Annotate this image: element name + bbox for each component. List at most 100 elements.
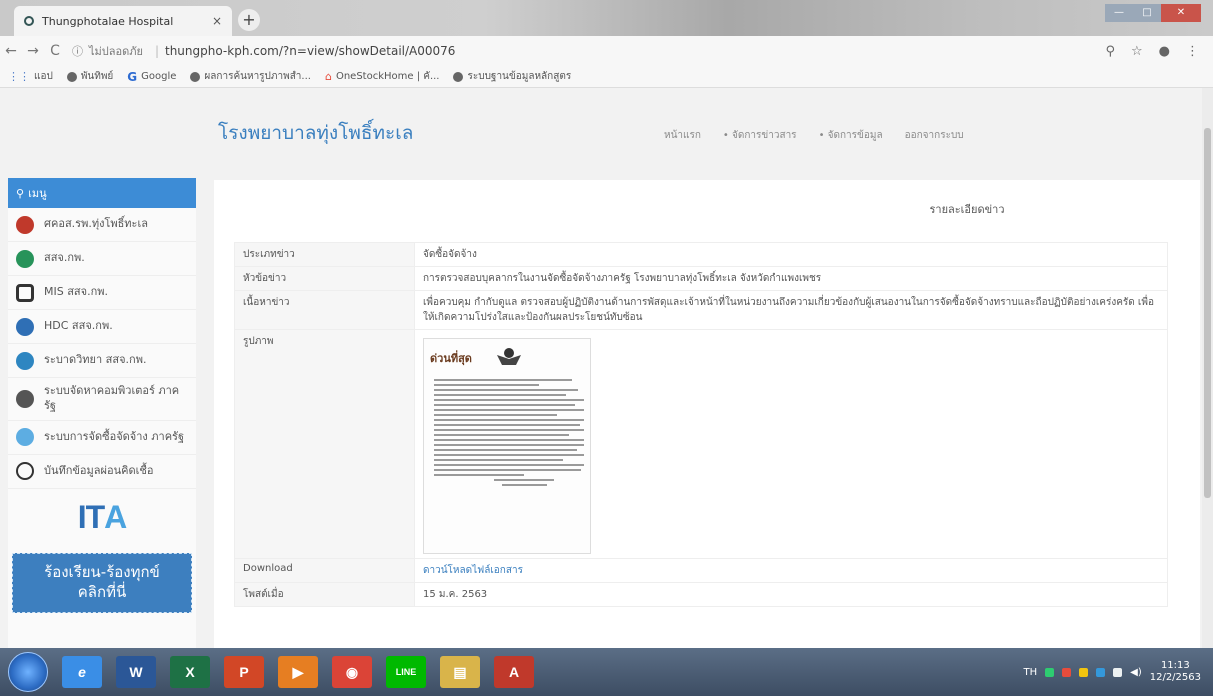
- forward-icon[interactable]: →: [22, 43, 44, 59]
- language-indicator[interactable]: TH: [1023, 667, 1037, 678]
- info-icon[interactable]: ⓘ: [72, 43, 83, 59]
- clock-time: 11:13: [1160, 660, 1190, 671]
- complaint-line1: ร้องเรียน-ร้องทุกข์: [44, 562, 160, 581]
- sidebar-item-label: สสจ.กพ.: [44, 251, 85, 265]
- bookmark-google[interactable]: G Google: [127, 70, 176, 84]
- menu-label: เมนู: [28, 187, 47, 200]
- taskbar-chrome[interactable]: ◉: [332, 656, 372, 688]
- taskbar-explorer[interactable]: ▤: [440, 656, 480, 688]
- nav-manage-data[interactable]: • จัดการข้อมูล: [819, 128, 883, 143]
- sidebar-item-mis[interactable]: MIS สสจ.กพ.: [8, 276, 196, 310]
- maximize-icon[interactable]: □: [1133, 4, 1161, 22]
- bookmark-label: ผลการค้นหารูปภาพสำ...: [204, 71, 311, 82]
- bookmark-onestockhome[interactable]: ⌂ OneStockHome | คั...: [325, 69, 440, 84]
- bookmark-image-search[interactable]: ผลการค้นหารูปภาพสำ...: [190, 69, 311, 84]
- row-value: จัดซื้อจัดจ้าง: [414, 242, 1168, 267]
- sidebar-item-provincial-office[interactable]: สสจ.กพ.: [8, 242, 196, 276]
- complaint-banner[interactable]: ร้องเรียน-ร้องทุกข์ คลิกที่นี่: [12, 552, 192, 613]
- globe-icon: [190, 71, 201, 82]
- window-controls: — □ ✕: [1105, 4, 1201, 22]
- bookmark-database[interactable]: ระบบฐานข้อมูลหลักสูตร: [453, 69, 571, 84]
- url-separator: |: [154, 44, 159, 58]
- search-icon: ⚲: [16, 186, 25, 200]
- taskbar-excel[interactable]: X: [170, 656, 210, 688]
- nav-logout[interactable]: ออกจากระบบ: [905, 128, 964, 143]
- volume-icon[interactable]: ◀): [1130, 667, 1142, 678]
- profile-icon[interactable]: ●: [1159, 44, 1170, 59]
- star-icon[interactable]: ☆: [1131, 44, 1143, 59]
- top-nav: หน้าแรก • จัดการข่าวสาร • จัดการข้อมูล อ…: [664, 128, 964, 143]
- site-title[interactable]: โรงพยาบาลทุ่งโพธิ์ทะเล: [218, 118, 413, 148]
- security-icon[interactable]: [1062, 667, 1072, 677]
- sidebar-item-label: ศคอส.รพ.ทุ่งโพธิ์ทะเล: [44, 217, 148, 231]
- back-icon[interactable]: ←: [0, 43, 22, 59]
- row-value: ดาวน์โหลดไฟล์เอกสาร: [414, 558, 1168, 583]
- app-tray-icon[interactable]: [1079, 667, 1089, 677]
- sidebar-item-hospital[interactable]: ศคอส.รพ.ทุ่งโพธิ์ทะเล: [8, 208, 196, 242]
- start-button[interactable]: [8, 652, 48, 692]
- row-key: หัวข้อข่าว: [234, 266, 415, 291]
- url-text[interactable]: thungpho-kph.com/?n=view/showDetail/A000…: [165, 44, 455, 58]
- row-value: เพื่อควบคุม กำกับดูแล ตรวจสอบผู้ปฏิบัติง…: [414, 290, 1168, 330]
- minimize-icon[interactable]: —: [1105, 4, 1133, 22]
- bookmark-apps[interactable]: ⋮⋮ แอป: [8, 69, 53, 84]
- row-key: Download: [234, 558, 415, 583]
- apps-icon: ⋮⋮: [8, 70, 30, 83]
- taskbar-line[interactable]: LINE: [386, 656, 426, 688]
- scrollbar-thumb[interactable]: [1204, 128, 1211, 498]
- download-link[interactable]: ดาวน์โหลดไฟล์เอกสาร: [423, 565, 523, 576]
- sidebar-item-label: ระบาดวิทยา สสจ.กพ.: [44, 353, 147, 367]
- table-row: โพสต์เมื่อ 15 ม.ค. 2563: [234, 582, 1168, 607]
- computer-icon: [16, 389, 34, 408]
- windows-taskbar: e W X P ▶ ◉ LINE ▤ A TH ◀) 11:13 12/2/25…: [0, 648, 1213, 696]
- bookmark-label: OneStockHome | คั...: [335, 71, 440, 82]
- page-scrollbar[interactable]: [1202, 88, 1213, 648]
- web-page: โรงพยาบาลทุ่งโพธิ์ทะเล หน้าแรก • จัดการข…: [0, 88, 1202, 648]
- tab-title: Thungphotalae Hospital: [42, 14, 174, 28]
- page-heading: รายละเอียดข่าว: [929, 203, 1005, 216]
- sidebar-item-label: MIS สสจ.กพ.: [44, 285, 108, 299]
- bookmark-label: แอป: [34, 71, 53, 82]
- tab-close-icon[interactable]: ×: [212, 14, 222, 28]
- bookmark-pantip[interactable]: พันทิพย์: [66, 69, 114, 84]
- nav-home[interactable]: หน้าแรก: [664, 128, 701, 143]
- taskbar-word[interactable]: W: [116, 656, 156, 688]
- document-image[interactable]: ด่วนที่สุด: [423, 338, 591, 554]
- row-value: ด่วนที่สุด: [414, 329, 1168, 559]
- address-bar: ← → C ⓘ ไม่ปลอดภัย | thungpho-kph.com/?n…: [0, 36, 1213, 66]
- taskbar-media[interactable]: ▶: [278, 656, 318, 688]
- taskbar-acrobat[interactable]: A: [494, 656, 534, 688]
- sidebar-menu-header[interactable]: ⚲ เมนู: [8, 178, 196, 208]
- sidebar-item-label: บันทึกข้อมูลผ่อนคิดเชื้อ: [44, 463, 154, 477]
- network-icon[interactable]: [1045, 667, 1055, 677]
- sidebar-item-computer-procurement[interactable]: ระบบจัดหาคอมพิวเตอร์ ภาครัฐ: [8, 378, 196, 421]
- flag-icon[interactable]: [1113, 667, 1123, 677]
- table-row: หัวข้อข่าว การตรวจสอบบุคลากรในงานจัดซื้อ…: [234, 266, 1168, 291]
- row-value: 15 ม.ค. 2563: [414, 582, 1168, 607]
- document-text-lines: [434, 379, 584, 489]
- system-clock[interactable]: 11:13 12/2/2563: [1150, 660, 1201, 684]
- sidebar-item-infection-record[interactable]: บันทึกข้อมูลผ่อนคิดเชื้อ: [8, 455, 196, 489]
- reload-icon[interactable]: C: [44, 43, 66, 59]
- menu-dots-icon[interactable]: ⋮: [1186, 44, 1199, 59]
- taskbar-ie[interactable]: e: [62, 656, 102, 688]
- row-key: รูปภาพ: [234, 329, 415, 559]
- close-window-icon[interactable]: ✕: [1161, 4, 1201, 22]
- bookmark-label: พันทิพย์: [80, 71, 114, 82]
- zoom-icon[interactable]: ⚲: [1105, 44, 1115, 59]
- sidebar-item-label: ระบบจัดหาคอมพิวเตอร์ ภาครัฐ: [44, 384, 180, 412]
- sidebar-item-label: HDC สสจ.กพ.: [44, 319, 113, 333]
- url-field[interactable]: ⓘ ไม่ปลอดภัย | thungpho-kph.com/?n=view/…: [72, 42, 455, 60]
- sidebar-item-epidemiology[interactable]: ระบาดวิทยา สสจ.กพ.: [8, 344, 196, 378]
- row-value: การตรวจสอบบุคลากรในงานจัดซื้อจัดจ้างภาคร…: [414, 266, 1168, 291]
- garuda-seal-icon: [497, 348, 521, 365]
- app-tray-icon[interactable]: [1096, 667, 1106, 677]
- browser-tab[interactable]: Thungphotalae Hospital ×: [14, 6, 232, 36]
- ita-logo[interactable]: IT A: [8, 489, 196, 547]
- new-tab-button[interactable]: +: [238, 9, 260, 31]
- nav-manage-news[interactable]: • จัดการข่าวสาร: [723, 128, 797, 143]
- taskbar-powerpoint[interactable]: P: [224, 656, 264, 688]
- sidebar-item-hdc[interactable]: HDC สสจ.กพ.: [8, 310, 196, 344]
- sidebar-item-egp[interactable]: ระบบการจัดซื้อจัดจ้าง ภาครัฐ: [8, 421, 196, 455]
- news-detail-panel: รายละเอียดข่าว ประเภทข่าว จัดซื้อจัดจ้าง…: [214, 180, 1200, 648]
